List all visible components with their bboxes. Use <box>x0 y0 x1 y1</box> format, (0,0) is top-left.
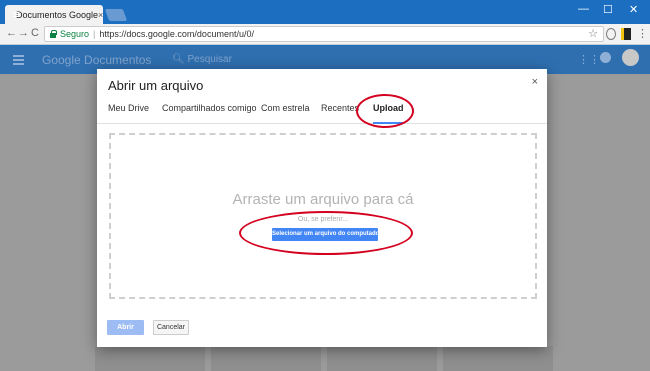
notifications-icon[interactable] <box>600 52 611 63</box>
recent-doc-card[interactable] <box>327 346 437 371</box>
tab-meu-drive[interactable]: Meu Drive <box>108 102 149 124</box>
tab-recentes[interactable]: Recentes <box>321 102 359 124</box>
url-separator: | <box>93 29 96 39</box>
bookmark-star-icon[interactable]: ☆ <box>588 27 598 40</box>
secure-label: Seguro <box>60 29 90 39</box>
browser-titlebar: Documentos Google × — ☐ ✕ <box>0 0 650 24</box>
dialog-close-icon[interactable]: × <box>532 76 538 88</box>
browser-menu-icon[interactable]: ⋮ <box>637 27 648 40</box>
reload-icon[interactable]: C <box>31 27 39 39</box>
address-bar[interactable]: Seguro | https://docs.google.com/documen… <box>44 26 604 42</box>
tab-upload[interactable]: Upload <box>373 102 404 124</box>
new-tab-button[interactable] <box>104 9 128 21</box>
tab-compartilhados[interactable]: Compartilhados comigo <box>162 102 257 124</box>
select-file-button[interactable]: Selecionar um arquivo do computador <box>272 228 382 241</box>
dialog-tabs: Meu Drive Compartilhados comigo Com estr… <box>97 102 547 124</box>
minimize-icon[interactable]: — <box>578 3 589 15</box>
extension-block-icon[interactable] <box>606 28 616 40</box>
lock-icon <box>50 29 57 38</box>
recent-doc-card[interactable] <box>95 346 205 371</box>
tab-close-icon[interactable]: × <box>98 10 103 20</box>
recent-doc-card[interactable] <box>211 346 321 371</box>
browser-tab[interactable]: Documentos Google × <box>5 5 103 24</box>
maximize-icon[interactable]: ☐ <box>603 3 613 16</box>
recent-doc-card[interactable] <box>443 346 553 371</box>
cancel-button[interactable]: Cancelar <box>153 320 189 335</box>
window-close-icon[interactable]: ✕ <box>629 3 638 16</box>
menu-icon[interactable] <box>13 55 24 57</box>
drop-title: Arraste um arquivo para cá <box>232 191 414 208</box>
back-icon[interactable]: ← <box>6 27 17 39</box>
tab-title: Documentos Google <box>16 9 99 20</box>
app-title: Google Documentos <box>42 53 152 67</box>
dialog-title: Abrir um arquivo <box>108 78 204 93</box>
search-input[interactable]: 🔍︎ Pesquisar <box>172 54 232 65</box>
drop-alternative-text: Ou, se preferir... <box>297 216 349 223</box>
browser-toolbar: ← → C Seguro | https://docs.google.com/d… <box>0 24 650 45</box>
search-placeholder: Pesquisar <box>187 54 232 65</box>
open-file-dialog: Abrir um arquivo × Meu Drive Compartilha… <box>97 69 547 347</box>
open-button[interactable]: Abrir <box>107 320 144 335</box>
tab-com-estrela[interactable]: Com estrela <box>261 102 310 124</box>
forward-icon[interactable]: → <box>18 27 29 39</box>
extension-icon[interactable] <box>621 28 631 40</box>
url-text[interactable]: https://docs.google.com/document/u/0/ <box>99 29 254 39</box>
upload-drop-zone[interactable]: Arraste um arquivo para cá Ou, se prefer… <box>109 133 537 299</box>
apps-grid-icon[interactable]: ⋮⋮ <box>578 53 600 66</box>
avatar[interactable] <box>622 49 639 66</box>
